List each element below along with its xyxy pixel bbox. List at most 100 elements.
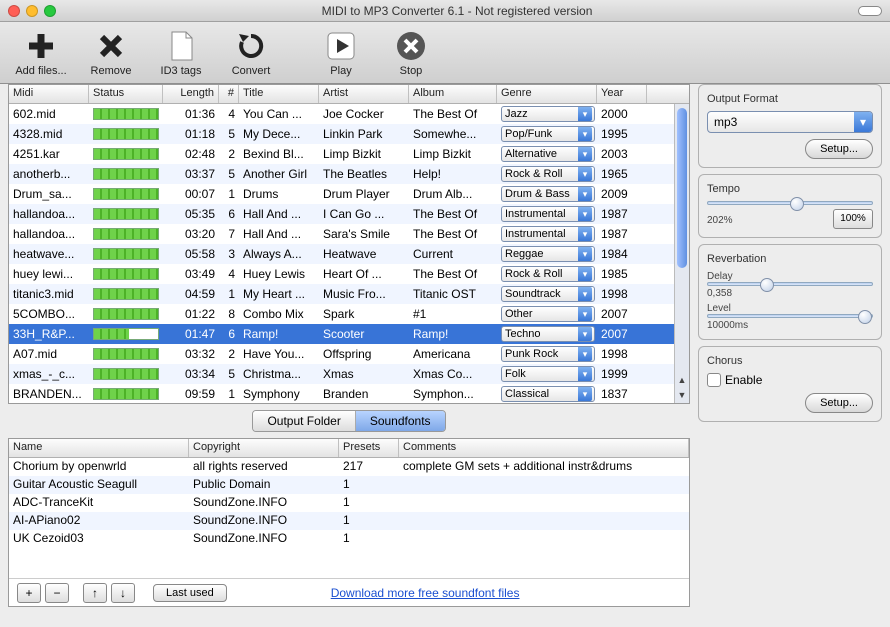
genre-combo[interactable]: Reggae bbox=[501, 246, 595, 262]
table-row[interactable]: heatwave...05:583Always A...HeatwaveCurr… bbox=[9, 244, 689, 264]
cell-artist: Branden bbox=[319, 386, 409, 402]
table-row[interactable]: hallandoa...03:207Hall And ...Sara's Smi… bbox=[9, 224, 689, 244]
col-midi[interactable]: Midi bbox=[9, 85, 89, 103]
reverb-delay-slider[interactable] bbox=[707, 282, 873, 286]
table-row[interactable]: 4328.mid01:185My Dece...Linkin ParkSomew… bbox=[9, 124, 689, 144]
scroll-up-icon[interactable]: ▲ bbox=[675, 373, 689, 388]
cell-midi: 4328.mid bbox=[9, 126, 89, 142]
scroll-down-icon[interactable]: ▼ bbox=[675, 388, 689, 403]
soundfont-row[interactable]: Chorium by openwrldall rights reserved21… bbox=[9, 458, 689, 476]
soundfont-row[interactable]: Guitar Acoustic SeagullPublic Domain1 bbox=[9, 476, 689, 494]
cell-length: 05:35 bbox=[163, 206, 219, 222]
cell-genre: Drum & Bass bbox=[497, 185, 597, 203]
col-length[interactable]: Length bbox=[163, 85, 219, 103]
cell-genre: Alternative bbox=[497, 145, 597, 163]
cell-status bbox=[89, 167, 163, 181]
table-row[interactable]: 602.mid01:364You Can ...Joe CockerThe Be… bbox=[9, 104, 689, 124]
col-title[interactable]: Title bbox=[239, 85, 319, 103]
tab-output-folder[interactable]: Output Folder bbox=[253, 411, 355, 431]
genre-combo[interactable]: Folk bbox=[501, 366, 595, 382]
cell-title: Christma... bbox=[239, 366, 319, 382]
sf-col-comments[interactable]: Comments bbox=[399, 439, 689, 457]
col-year[interactable]: Year bbox=[597, 85, 647, 103]
close-button[interactable] bbox=[8, 5, 20, 17]
genre-combo[interactable]: Soundtrack bbox=[501, 286, 595, 302]
chorus-enable-checkbox[interactable]: Enable bbox=[707, 373, 873, 387]
minimize-button[interactable] bbox=[26, 5, 38, 17]
table-row[interactable]: 33H_R&P...01:476Ramp!ScooterRamp!Techno2… bbox=[9, 324, 689, 344]
genre-combo[interactable]: Rock & Roll bbox=[501, 266, 595, 282]
table-row[interactable]: A07.mid03:322Have You...OffspringAmerica… bbox=[9, 344, 689, 364]
col-artist[interactable]: Artist bbox=[319, 85, 409, 103]
col-genre[interactable]: Genre bbox=[497, 85, 597, 103]
table-row[interactable]: anotherb...03:375Another GirlThe Beatles… bbox=[9, 164, 689, 184]
genre-combo[interactable]: Classical bbox=[501, 386, 595, 402]
table-row[interactable]: Drum_sa...00:071DrumsDrum PlayerDrum Alb… bbox=[9, 184, 689, 204]
genre-combo[interactable]: Pop/Funk bbox=[501, 126, 595, 142]
cell-title: My Heart ... bbox=[239, 286, 319, 302]
add-files-button[interactable]: Add files... bbox=[12, 29, 70, 77]
cell-status bbox=[89, 307, 163, 321]
sf-add-button[interactable]: + bbox=[17, 583, 41, 603]
reverb-level-slider[interactable] bbox=[707, 314, 873, 318]
convert-button[interactable]: Convert bbox=[222, 29, 280, 77]
cell-num: 1 bbox=[219, 186, 239, 202]
genre-combo[interactable]: Rock & Roll bbox=[501, 166, 595, 182]
soundfont-row[interactable]: AI-APiano02SoundZone.INFO1 bbox=[9, 512, 689, 530]
cell-title: Bexind Bl... bbox=[239, 146, 319, 162]
genre-combo[interactable]: Instrumental bbox=[501, 226, 595, 242]
soundfont-row[interactable]: UK Cezoid03SoundZone.INFO1 bbox=[9, 530, 689, 548]
remove-button[interactable]: Remove bbox=[82, 29, 140, 77]
table-row[interactable]: hallandoa...05:356Hall And ...I Can Go .… bbox=[9, 204, 689, 224]
id3-tags-button[interactable]: ID3 tags bbox=[152, 29, 210, 77]
scrollbar-thumb[interactable] bbox=[677, 108, 687, 268]
table-row[interactable]: BRANDEN...09:591SymphonyBrandenSymphon..… bbox=[9, 384, 689, 403]
table-row[interactable]: 4251.kar02:482Bexind Bl...Limp BizkitLim… bbox=[9, 144, 689, 164]
genre-combo[interactable]: Other bbox=[501, 306, 595, 322]
output-format-combo[interactable]: mp3 bbox=[707, 111, 873, 133]
play-icon bbox=[324, 29, 358, 63]
col-status[interactable]: Status bbox=[89, 85, 163, 103]
table-row[interactable]: xmas_-_c...03:345Christma...XmasXmas Co.… bbox=[9, 364, 689, 384]
sf-col-name[interactable]: Name bbox=[9, 439, 189, 457]
table-scrollbar[interactable]: ▲ ▼ bbox=[674, 104, 689, 403]
cell-album: The Best Of bbox=[409, 106, 497, 122]
cell-length: 04:59 bbox=[163, 286, 219, 302]
cell-status bbox=[89, 347, 163, 361]
col-num[interactable]: # bbox=[219, 85, 239, 103]
sf-remove-button[interactable]: − bbox=[45, 583, 69, 603]
cell-length: 01:18 bbox=[163, 126, 219, 142]
cell-midi: 602.mid bbox=[9, 106, 89, 122]
cell-title: Symphony bbox=[239, 386, 319, 402]
cell-year: 2007 bbox=[597, 326, 647, 342]
play-button[interactable]: Play bbox=[312, 29, 370, 77]
cell-length: 03:37 bbox=[163, 166, 219, 182]
output-setup-button[interactable]: Setup... bbox=[805, 139, 873, 159]
genre-combo[interactable]: Instrumental bbox=[501, 206, 595, 222]
table-row[interactable]: 5COMBO...01:228Combo MixSpark#1Other2007 bbox=[9, 304, 689, 324]
cell-album: Americana bbox=[409, 346, 497, 362]
last-used-button[interactable]: Last used bbox=[153, 584, 227, 602]
sf-col-copyright[interactable]: Copyright bbox=[189, 439, 339, 457]
sf-move-up-button[interactable]: ↑ bbox=[83, 583, 107, 603]
tempo-slider[interactable] bbox=[707, 201, 873, 205]
table-row[interactable]: huey lewi...03:494Huey LewisHeart Of ...… bbox=[9, 264, 689, 284]
soundfont-row[interactable]: ADC-TranceKitSoundZone.INFO1 bbox=[9, 494, 689, 512]
col-album[interactable]: Album bbox=[409, 85, 497, 103]
genre-combo[interactable]: Jazz bbox=[501, 106, 595, 122]
chorus-setup-button[interactable]: Setup... bbox=[805, 393, 873, 413]
download-soundfonts-link[interactable]: Download more free soundfont files bbox=[331, 586, 520, 600]
zoom-button[interactable] bbox=[44, 5, 56, 17]
toolbar-toggle-button[interactable] bbox=[858, 6, 882, 16]
tempo-reset-button[interactable]: 100% bbox=[833, 209, 873, 229]
cell-title: Huey Lewis bbox=[239, 266, 319, 282]
tab-soundfonts[interactable]: Soundfonts bbox=[356, 411, 445, 431]
genre-combo[interactable]: Techno bbox=[501, 326, 595, 342]
stop-button[interactable]: Stop bbox=[382, 29, 440, 77]
genre-combo[interactable]: Alternative bbox=[501, 146, 595, 162]
table-row[interactable]: titanic3.mid04:591My Heart ...Music Fro.… bbox=[9, 284, 689, 304]
genre-combo[interactable]: Drum & Bass bbox=[501, 186, 595, 202]
sf-move-down-button[interactable]: ↓ bbox=[111, 583, 135, 603]
genre-combo[interactable]: Punk Rock bbox=[501, 346, 595, 362]
sf-col-presets[interactable]: Presets bbox=[339, 439, 399, 457]
